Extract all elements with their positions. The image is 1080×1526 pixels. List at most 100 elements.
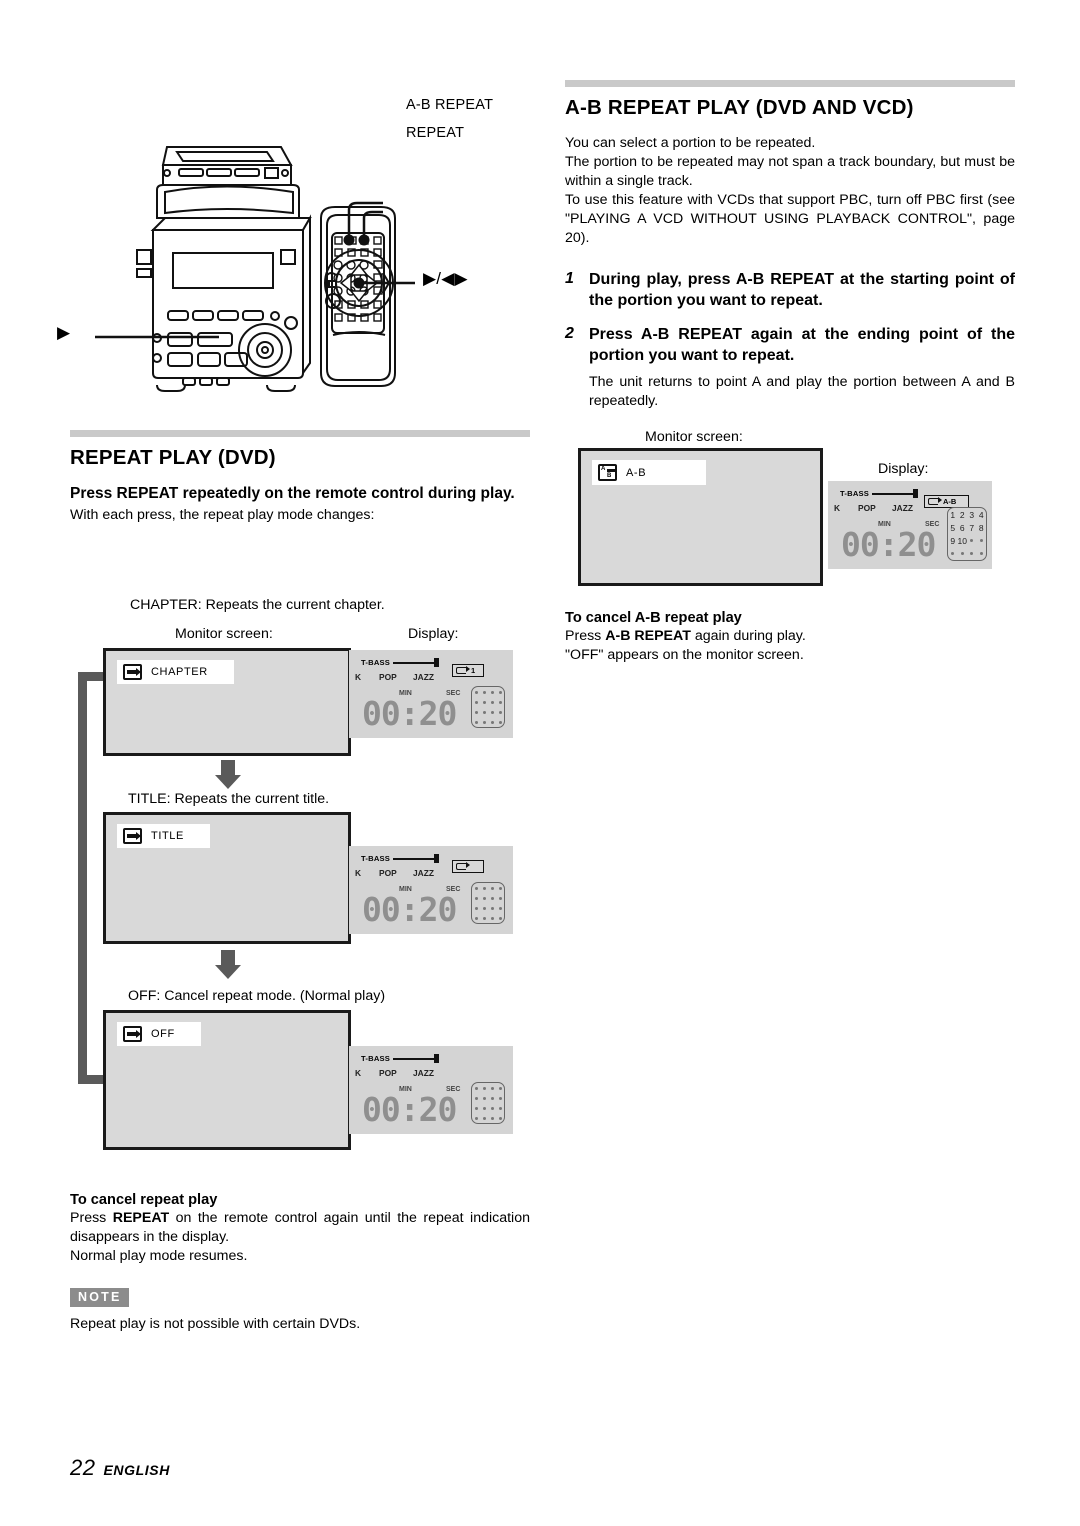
monitor-screen-title: TITLE bbox=[103, 812, 351, 944]
track-num: 2 bbox=[959, 509, 965, 520]
cancel-ab-pre: Press bbox=[565, 628, 606, 644]
tbass-row-off: T-BASS bbox=[361, 1054, 440, 1063]
display-panel-title: T-BASS K POP JAZZ MIN SEC 00:20 bbox=[349, 846, 513, 934]
display-panel-off: T-BASS K POP JAZZ MIN SEC 00:20 bbox=[349, 1046, 513, 1134]
callout-repeat: REPEAT bbox=[406, 125, 465, 141]
time-readout: 00:20 bbox=[841, 525, 936, 564]
ab-step-1-text: During play, press A-B REPEAT at the sta… bbox=[589, 270, 1015, 309]
repeat-arrow-icon bbox=[456, 666, 470, 674]
track-grid-ab: 1 2 3 4 5 6 7 8 9 10 bbox=[947, 507, 987, 561]
track-num: 4 bbox=[978, 509, 984, 520]
cancel-pre: Press bbox=[70, 1210, 113, 1226]
eq-rock-label: K bbox=[834, 503, 841, 513]
repeat-loop-icon bbox=[123, 1026, 142, 1042]
monitor-screen-off: OFF bbox=[103, 1010, 351, 1150]
ab-repeat-button-marker bbox=[343, 234, 355, 246]
tbass-row-ab: T-BASS bbox=[840, 489, 919, 498]
page-footer: 22 ENGLISH bbox=[70, 1455, 170, 1481]
ab-step-2: 2 Press A-B REPEAT again at the ending p… bbox=[565, 325, 1015, 367]
product-illustration: A-B REPEAT REPEAT ▶/◀▶ ▶ bbox=[57, 85, 525, 410]
tbass-slider-block bbox=[913, 489, 919, 498]
ab-step-2-number: 2 bbox=[565, 325, 574, 343]
note-block: NOTE Repeat play is not possible with ce… bbox=[70, 1288, 530, 1334]
eq-pop-label: POP bbox=[379, 868, 397, 878]
note-text: Repeat play is not possible with certain… bbox=[70, 1316, 361, 1332]
eq-pop-label: POP bbox=[379, 1068, 397, 1078]
ab-para-3: To use this feature with VCDs that suppo… bbox=[565, 191, 1015, 246]
section-rule bbox=[70, 430, 530, 437]
title-caption: TITLE: Repeats the current title. bbox=[128, 791, 330, 807]
note-badge: NOTE bbox=[70, 1288, 129, 1307]
arrow-shaft bbox=[221, 950, 235, 966]
eq-pop-label: POP bbox=[379, 672, 397, 682]
tbass-slider-block bbox=[434, 658, 440, 667]
repeat-play-section: REPEAT PLAY (DVD) Press REPEAT repeatedl… bbox=[70, 430, 530, 525]
repeat-arrow-icon bbox=[928, 497, 942, 505]
cancel-ab-block: To cancel A-B repeat play Press A-B REPE… bbox=[565, 610, 1015, 665]
ab-step-2-sub: The unit returns to point A and play the… bbox=[589, 373, 1015, 409]
arrow-shaft bbox=[221, 760, 235, 776]
eq-jazz-label: JAZZ bbox=[413, 868, 434, 878]
repeat-play-lead: Press REPEAT repeatedly on the remote co… bbox=[70, 484, 515, 502]
eq-jazz-label: JAZZ bbox=[413, 1068, 434, 1078]
ab-display-caption: Display: bbox=[878, 461, 929, 477]
cancel-repeat-heading: To cancel repeat play bbox=[70, 1192, 218, 1208]
repeat-play-intro: With each press, the repeat play mode ch… bbox=[70, 507, 375, 524]
eq-rock-label: K bbox=[355, 1068, 362, 1078]
track-num: 9 bbox=[950, 535, 956, 546]
tbass-slider-line bbox=[393, 1057, 436, 1060]
tbass-slider-block bbox=[434, 1054, 440, 1063]
osd-off: OFF bbox=[117, 1022, 201, 1046]
osd-title: TITLE bbox=[117, 824, 210, 848]
track-num: 10 bbox=[957, 535, 967, 546]
cancel-ab-line2: "OFF" appears on the monitor screen. bbox=[565, 647, 804, 664]
ab-icon-bar bbox=[607, 469, 615, 472]
track-num: 5 bbox=[950, 522, 956, 533]
tbass-slider-line bbox=[872, 492, 915, 495]
osd-off-label: OFF bbox=[151, 1028, 175, 1040]
cancel-ab-bold-key: A-B REPEAT bbox=[605, 628, 691, 644]
track-grid-off bbox=[471, 1082, 505, 1124]
arrow-head bbox=[215, 965, 241, 979]
track-num: 1 bbox=[950, 509, 956, 520]
tbass-label: T-BASS bbox=[840, 489, 870, 498]
ab-icon-a: A bbox=[601, 466, 606, 472]
eq-pop-label: POP bbox=[858, 503, 876, 513]
eq-rock-label: K bbox=[355, 672, 362, 682]
ab-step-2-text: Press A-B REPEAT again at the ending poi… bbox=[589, 326, 1015, 365]
tbass-row-chapter: T-BASS bbox=[361, 658, 440, 667]
track-dot-grid: 1 2 3 4 5 6 7 8 9 10 bbox=[948, 508, 986, 560]
callout-play: ▶ bbox=[57, 323, 71, 342]
time-readout: 00:20 bbox=[362, 1090, 457, 1129]
ab-repeat-heading: A-B REPEAT PLAY (DVD AND VCD) bbox=[565, 96, 914, 119]
ab-repeat-icon: A B bbox=[598, 464, 617, 481]
repeat-button-marker bbox=[358, 234, 370, 246]
chapter-caption: CHAPTER: Repeats the current chapter. bbox=[130, 597, 385, 613]
chapter-display-caption: Display: bbox=[408, 626, 459, 642]
track-grid-title bbox=[471, 882, 505, 924]
chapter-monitor-caption: Monitor screen: bbox=[175, 626, 273, 642]
ab-repeat-section: A-B REPEAT PLAY (DVD AND VCD) You can se… bbox=[565, 80, 1015, 411]
repeat-play-heading: REPEAT PLAY (DVD) bbox=[70, 446, 276, 469]
ab-step-1-number: 1 bbox=[565, 269, 574, 287]
repeat-indicator-chapter: 1 bbox=[452, 664, 484, 677]
track-grid-chapter bbox=[471, 686, 505, 728]
ab-icon-b: B bbox=[607, 473, 612, 479]
ab-monitor-caption: Monitor screen: bbox=[645, 429, 743, 445]
cancel-ab-post: again during play. bbox=[690, 628, 806, 644]
off-caption: OFF: Cancel repeat mode. (Normal play) bbox=[128, 988, 386, 1004]
section-rule bbox=[565, 80, 1015, 87]
cancel-repeat-text: Press REPEAT on the remote control again… bbox=[70, 1209, 530, 1247]
track-dot-grid bbox=[472, 883, 504, 923]
display-panel-ab: T-BASS K POP JAZZ A-B MIN SEC 00:20 1 2 … bbox=[828, 481, 992, 569]
ab-step-1: 1 During play, press A-B REPEAT at the s… bbox=[565, 270, 1015, 312]
repeat-loop-icon bbox=[123, 664, 142, 680]
track-num: 6 bbox=[959, 522, 965, 533]
monitor-screen-ab: A B A-B bbox=[578, 448, 823, 586]
cancel-ab-text: Press A-B REPEAT again during play. bbox=[565, 627, 1015, 646]
monitor-screen-chapter: CHAPTER bbox=[103, 648, 351, 756]
ab-para-2: The portion to be repeated may not span … bbox=[565, 153, 1015, 189]
cancel-repeat-block: To cancel repeat play Press REPEAT on th… bbox=[70, 1192, 530, 1266]
page-number: 22 bbox=[70, 1455, 96, 1480]
osd-ab-label: A-B bbox=[626, 466, 647, 479]
